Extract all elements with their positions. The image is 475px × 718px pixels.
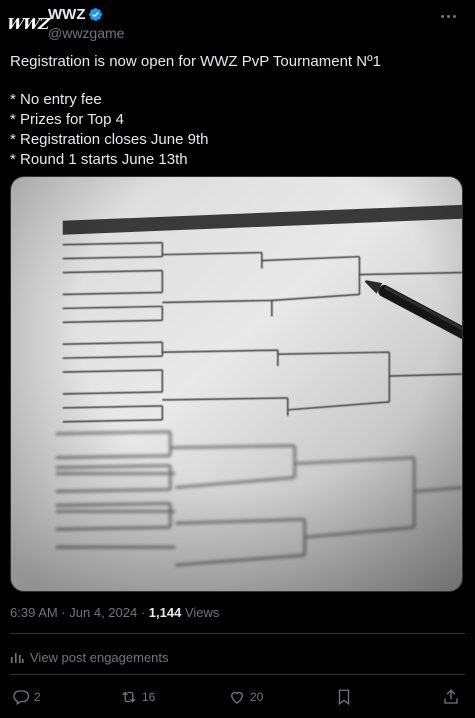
- meta-separator: ·: [137, 605, 149, 620]
- avatar[interactable]: WWZ: [6, 10, 50, 38]
- meta-separator: ·: [57, 605, 70, 620]
- like-button[interactable]: 20: [228, 686, 263, 708]
- analytics-icon: [11, 653, 24, 663]
- avatar-logo-text: WWZ: [5, 15, 51, 33]
- tweet-media-image[interactable]: [10, 176, 463, 592]
- display-name-row: WWZ: [48, 6, 124, 23]
- verified-icon: [89, 8, 103, 21]
- tweet-bullet: * Registration closes June 9th: [10, 131, 209, 148]
- post-date[interactable]: Jun 4, 2024: [69, 605, 137, 620]
- divider: [10, 674, 465, 675]
- handle[interactable]: @wwzgame: [48, 25, 124, 41]
- like-icon: [231, 691, 243, 704]
- tweet-bullet: * Round 1 starts June 13th: [10, 151, 188, 168]
- reply-icon: [13, 690, 30, 705]
- repost-icon: [122, 691, 136, 703]
- tweet-bullet: * No entry fee: [10, 91, 102, 108]
- tweet-meta: 6:39 AM · Jun 4, 2024 · 1,144 Views: [10, 605, 219, 620]
- repost-button[interactable]: 16: [120, 686, 155, 708]
- author-names: WWZ @wwzgame: [48, 6, 124, 41]
- repost-count: 16: [142, 690, 156, 704]
- share-icon: [444, 689, 458, 704]
- tweet-header: WWZ WWZ @wwzgame: [6, 4, 465, 44]
- view-engagements-link[interactable]: View post engagements: [10, 647, 169, 667]
- more-icon[interactable]: [435, 6, 461, 26]
- share-button[interactable]: [442, 686, 460, 708]
- views-count: 1,144: [148, 605, 182, 620]
- display-name[interactable]: WWZ: [48, 6, 85, 23]
- tweet-headline: Registration is now open for WWZ PvP Tou…: [10, 53, 381, 70]
- view-engagements-label: View post engagements: [30, 649, 169, 665]
- views-label: Views: [184, 605, 220, 620]
- bookmark-button[interactable]: [335, 686, 353, 708]
- tweet-text: Registration is now open for WWZ PvP Tou…: [10, 52, 465, 170]
- tweet-bullet: * Prizes for Top 4: [10, 111, 124, 128]
- post-time[interactable]: 6:39 AM: [10, 605, 58, 620]
- bookmark-icon: [338, 689, 350, 706]
- divider: [10, 633, 465, 634]
- reply-count: 2: [34, 690, 41, 704]
- like-count: 20: [250, 690, 264, 704]
- reply-button[interactable]: 2: [12, 686, 41, 708]
- tournament-bracket-photo: [11, 177, 462, 591]
- tweet-actions: 2 16 20: [10, 686, 465, 708]
